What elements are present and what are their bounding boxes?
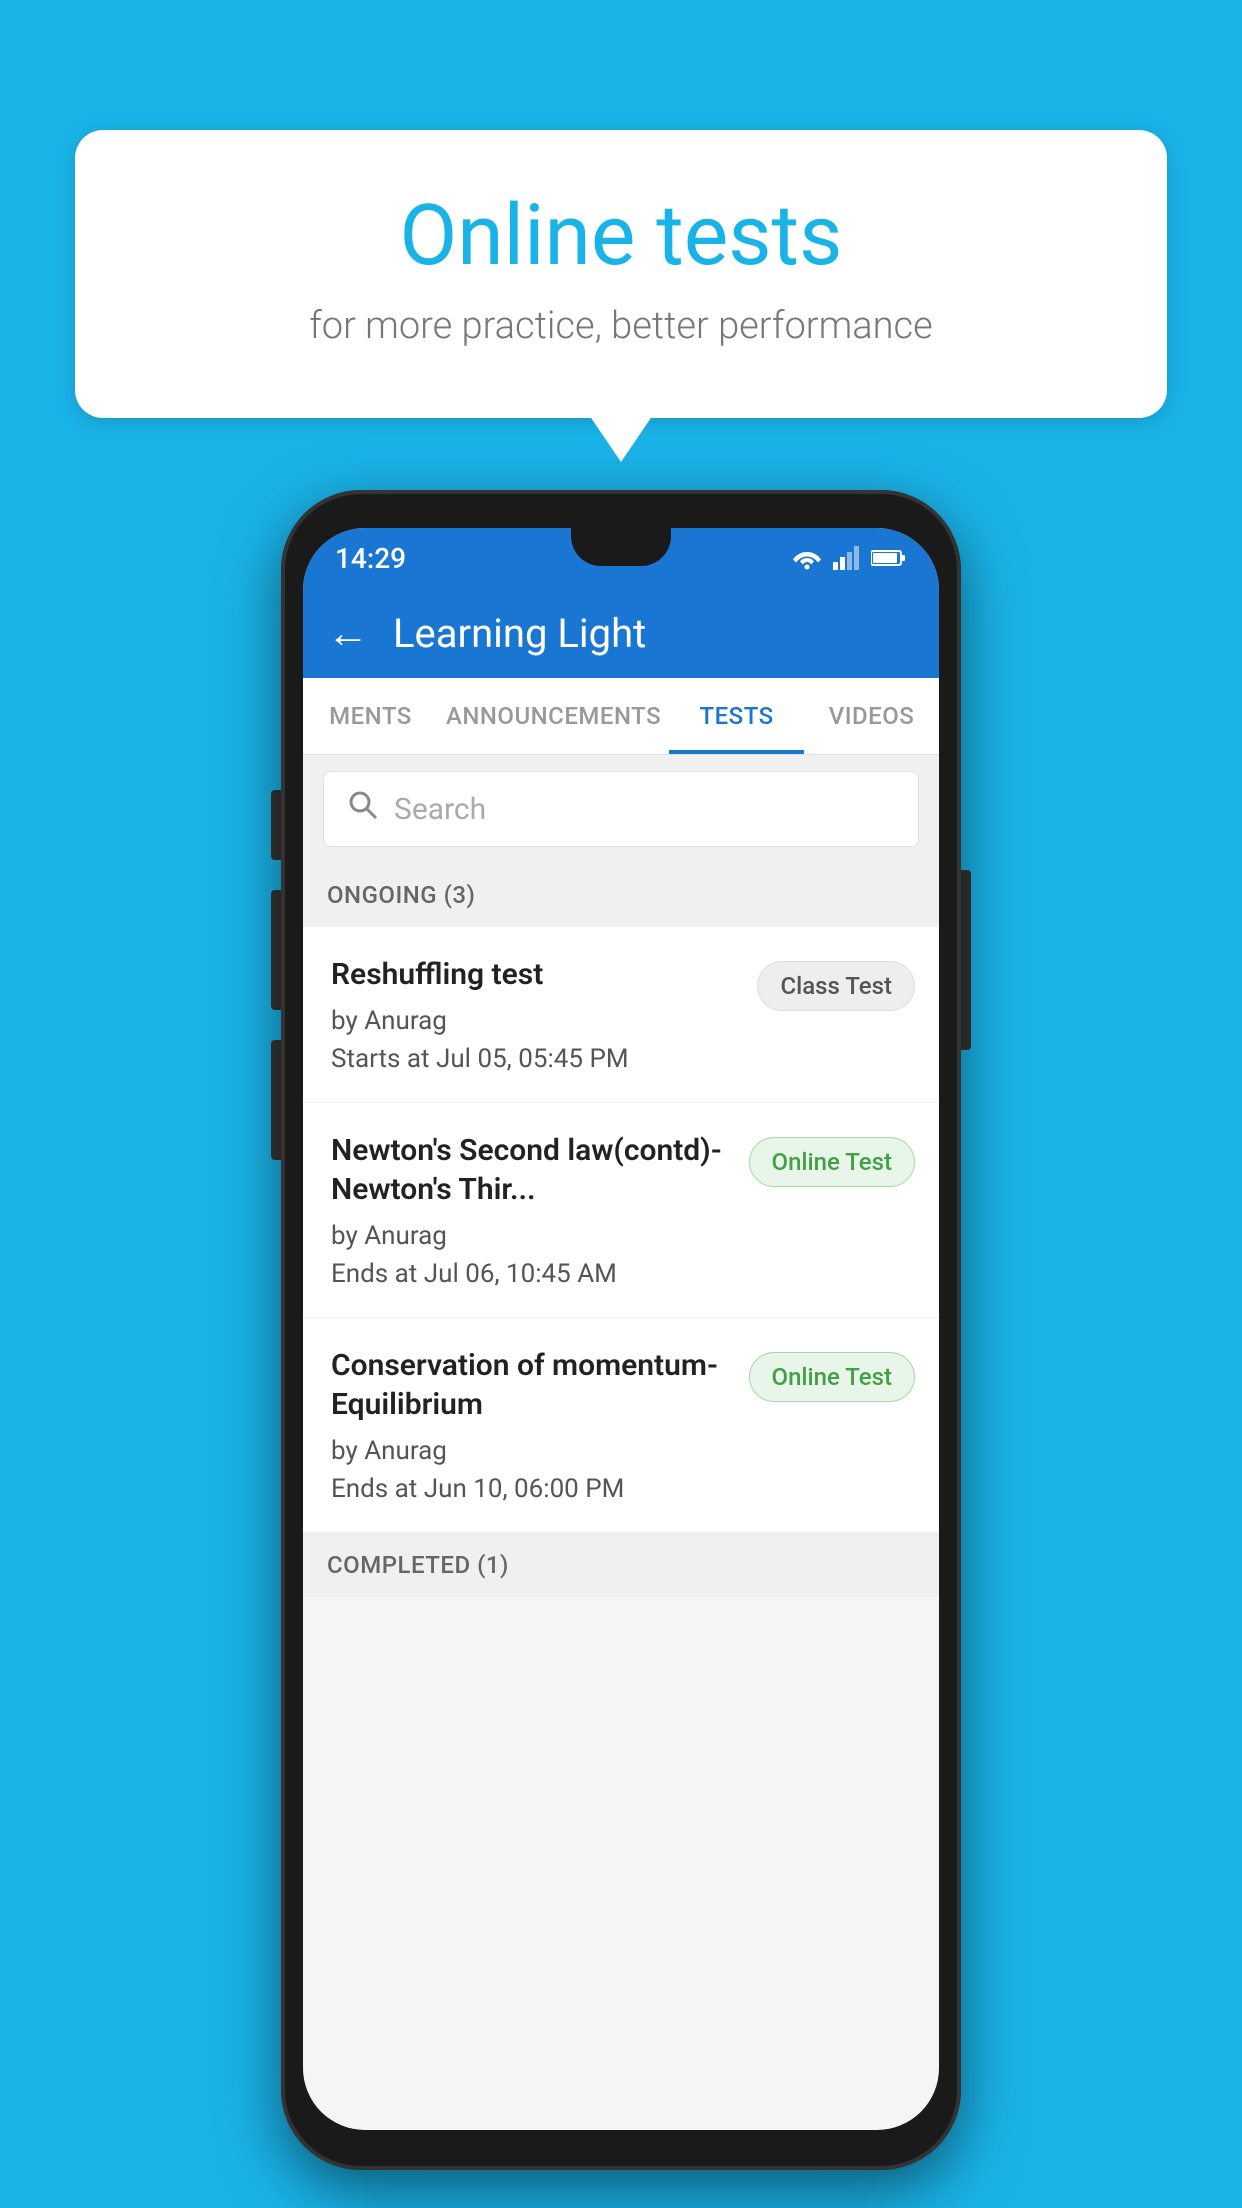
test-date-3: Ends at Jun 10, 06:00 PM [331, 1474, 729, 1504]
battery-icon [871, 548, 907, 568]
tab-videos[interactable]: VIDEOS [804, 678, 939, 754]
tab-ments[interactable]: MENTS [303, 678, 438, 754]
phone-notch [571, 528, 671, 566]
signal-icon [833, 546, 861, 570]
tabs-container: MENTS ANNOUNCEMENTS TESTS VIDEOS [303, 678, 939, 755]
test-info-2: Newton's Second law(contd)-Newton's Thir… [331, 1131, 749, 1289]
phone-screen: 14:29 [303, 528, 939, 2130]
test-item-3[interactable]: Conservation of momentum-Equilibrium by … [303, 1318, 939, 1533]
test-name-2: Newton's Second law(contd)-Newton's Thir… [331, 1131, 729, 1209]
test-date-1: Starts at Jul 05, 05:45 PM [331, 1044, 737, 1074]
phone-container: 14:29 [281, 490, 961, 2170]
test-info-1: Reshuffling test by Anurag Starts at Jul… [331, 955, 757, 1074]
test-badge-2: Online Test [749, 1137, 915, 1187]
test-item-1[interactable]: Reshuffling test by Anurag Starts at Jul… [303, 927, 939, 1103]
test-badge-1: Class Test [757, 961, 915, 1011]
phone-side-button-volume-up [271, 790, 281, 860]
test-name-1: Reshuffling test [331, 955, 737, 994]
app-bar: ← Learning Light [303, 588, 939, 678]
test-item-2[interactable]: Newton's Second law(contd)-Newton's Thir… [303, 1103, 939, 1318]
test-info-3: Conservation of momentum-Equilibrium by … [331, 1346, 749, 1504]
speech-bubble-title: Online tests [155, 190, 1087, 282]
back-button[interactable]: ← [327, 609, 369, 658]
test-date-2: Ends at Jul 06, 10:45 AM [331, 1259, 729, 1289]
completed-section-header: COMPLETED (1) [303, 1533, 939, 1597]
phone-side-button-power [961, 870, 971, 1050]
search-placeholder: Search [394, 792, 486, 827]
speech-bubble-subtitle: for more practice, better performance [155, 304, 1087, 348]
speech-bubble: Online tests for more practice, better p… [75, 130, 1167, 418]
speech-bubble-container: Online tests for more practice, better p… [75, 130, 1167, 418]
status-icons [791, 546, 907, 570]
search-input[interactable]: Search [323, 771, 919, 847]
phone-side-button-volume-down2 [271, 1040, 281, 1160]
tab-tests[interactable]: TESTS [669, 678, 804, 754]
search-container: Search [303, 755, 939, 863]
search-icon [348, 790, 378, 828]
test-badge-3: Online Test [749, 1352, 915, 1402]
wifi-icon [791, 546, 823, 570]
phone-side-button-volume-down1 [271, 890, 281, 1010]
status-time: 14:29 [335, 542, 406, 575]
test-name-3: Conservation of momentum-Equilibrium [331, 1346, 729, 1424]
app-title: Learning Light [393, 610, 646, 657]
test-author-3: by Anurag [331, 1436, 729, 1466]
ongoing-section-header: ONGOING (3) [303, 863, 939, 927]
test-author-1: by Anurag [331, 1006, 737, 1036]
test-author-2: by Anurag [331, 1221, 729, 1251]
tab-announcements[interactable]: ANNOUNCEMENTS [438, 678, 669, 754]
